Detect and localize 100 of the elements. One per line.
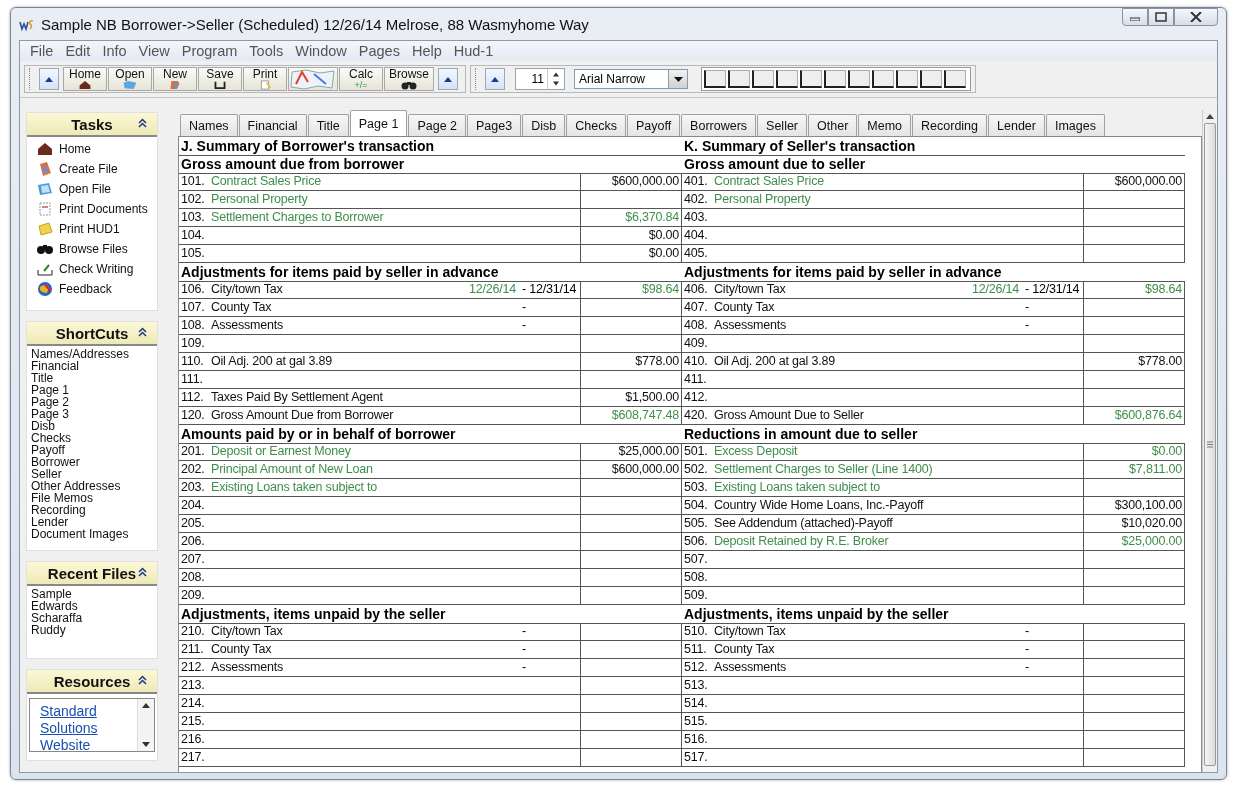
task-link[interactable]: Home	[37, 140, 157, 158]
task-link[interactable]: Open File	[37, 180, 157, 198]
border-style-button[interactable]	[704, 70, 726, 88]
line-label[interactable]: Contract Sales Price	[211, 173, 580, 190]
scrollbar[interactable]	[137, 699, 154, 751]
task-link[interactable]: Print Documents	[37, 200, 157, 218]
collapse-button[interactable]	[438, 68, 458, 90]
tab[interactable]: Financial	[238, 114, 307, 136]
font-size-spinner[interactable]: 11	[515, 68, 565, 90]
toolbar-button[interactable]: Browse	[384, 67, 434, 91]
line-label[interactable]: Existing Loans taken subject to	[211, 479, 580, 496]
sidebar-link[interactable]: Lender	[31, 516, 157, 528]
sidebar-link[interactable]: File Memos	[31, 492, 157, 504]
toolbar-button[interactable]: Open	[108, 67, 152, 91]
border-style-button[interactable]	[944, 70, 966, 88]
toolbar-button[interactable]: Print	[243, 67, 287, 91]
collapse-icon[interactable]	[138, 567, 147, 577]
sidebar-link[interactable]: Recording	[31, 504, 157, 516]
tab[interactable]: Lender	[988, 114, 1045, 136]
tab[interactable]: Page 1	[349, 110, 408, 136]
task-link[interactable]: Browse Files	[37, 240, 157, 258]
menu-item[interactable]: Program	[175, 43, 244, 59]
line-label[interactable]: Deposit Retained by R.E. Broker	[714, 533, 1083, 550]
toolbar-button[interactable]: Home	[63, 67, 107, 91]
sidebar-link[interactable]: Title	[31, 372, 157, 384]
sidebar-link[interactable]: Sample	[31, 588, 157, 600]
tab[interactable]: Disb	[522, 114, 566, 136]
menu-item[interactable]: Info	[96, 43, 133, 59]
scroll-up-icon[interactable]	[1206, 114, 1214, 119]
scroll-up-icon[interactable]	[142, 703, 150, 708]
sidebar-link[interactable]: Seller	[31, 468, 157, 480]
tab[interactable]: Payoff	[626, 114, 681, 136]
task-link[interactable]: Create File	[37, 160, 157, 178]
line-label[interactable]: Personal Property	[714, 191, 1083, 208]
tab[interactable]: Title	[307, 114, 349, 136]
border-style-button[interactable]	[824, 70, 846, 88]
tab[interactable]: Other	[808, 114, 858, 136]
font-dropdown[interactable]: Arial Narrow	[574, 69, 688, 89]
sidebar-link[interactable]: Page 1	[31, 384, 157, 396]
minimize-button[interactable]	[1122, 8, 1148, 26]
collapse-icon[interactable]	[138, 327, 147, 337]
menu-item[interactable]: Tools	[243, 43, 290, 59]
close-button[interactable]	[1174, 8, 1218, 26]
scrollbar[interactable]	[1202, 110, 1217, 772]
task-link[interactable]: Feedback	[37, 280, 157, 298]
collapse-button[interactable]	[485, 68, 505, 90]
sidebar-link[interactable]: Page 2	[31, 396, 157, 408]
menu-item[interactable]: Window	[289, 43, 353, 59]
sidebar-link[interactable]: Other Addresses	[31, 480, 157, 492]
sidebar-link[interactable]: Borrower	[31, 456, 157, 468]
line-label[interactable]: Contract Sales Price	[714, 173, 1083, 190]
menu-item[interactable]: Pages	[352, 43, 406, 59]
sidebar-link[interactable]: Checks	[31, 432, 157, 444]
scroll-down-icon[interactable]	[142, 742, 150, 747]
resource-link[interactable]: Standard	[40, 703, 137, 720]
line-label[interactable]: Settlement Charges to Borrower	[211, 209, 580, 226]
sidebar-link[interactable]: Edwards	[31, 600, 157, 612]
line-label[interactable]: Deposit or Earnest Money	[211, 443, 580, 460]
task-link[interactable]: Print HUD1	[37, 220, 157, 238]
tab[interactable]: Recording	[912, 114, 988, 136]
border-style-button[interactable]	[920, 70, 942, 88]
border-style-button[interactable]	[848, 70, 870, 88]
line-label[interactable]: Existing Loans taken subject to	[714, 479, 1083, 496]
border-style-button[interactable]	[752, 70, 774, 88]
collapse-icon[interactable]	[138, 118, 147, 128]
tab[interactable]: Borrowers	[681, 114, 757, 136]
sidebar-link[interactable]: Payoff	[31, 444, 157, 456]
sidebar-link[interactable]: Ruddy	[31, 624, 157, 636]
tab[interactable]: Images	[1045, 114, 1105, 136]
tab[interactable]: Page3	[467, 114, 522, 136]
tab[interactable]: Memo	[858, 114, 912, 136]
sidebar-link[interactable]: Names/Addresses	[31, 348, 157, 360]
sidebar-link[interactable]: Disb	[31, 420, 157, 432]
sidebar-link[interactable]: Financial	[31, 360, 157, 372]
tab[interactable]: Seller	[757, 114, 808, 136]
sidebar-link[interactable]: Scharaffa	[31, 612, 157, 624]
toolbar-button[interactable]: Save	[198, 67, 242, 91]
map-button[interactable]	[288, 67, 338, 91]
tab[interactable]: Checks	[566, 114, 626, 136]
border-style-button[interactable]	[872, 70, 894, 88]
tab[interactable]: Page 2	[408, 114, 467, 136]
scroll-thumb[interactable]	[1204, 123, 1216, 766]
line-label[interactable]: Settlement Charges to Seller (Line 1400)	[714, 461, 1083, 478]
line-label[interactable]: Principal Amount of New Loan	[211, 461, 580, 478]
border-style-button[interactable]	[800, 70, 822, 88]
border-style-button[interactable]	[728, 70, 750, 88]
maximize-button[interactable]	[1148, 8, 1174, 26]
line-label[interactable]: Excess Deposit	[714, 443, 1083, 460]
collapse-button[interactable]	[39, 68, 59, 90]
sidebar-link[interactable]: Document Images	[31, 528, 157, 540]
sidebar-link[interactable]: Page 3	[31, 408, 157, 420]
collapse-icon[interactable]	[138, 675, 147, 685]
border-style-button[interactable]	[896, 70, 918, 88]
border-style-button[interactable]	[776, 70, 798, 88]
task-link[interactable]: Check Writing	[37, 260, 157, 278]
menu-item[interactable]: File	[24, 43, 60, 59]
toolbar-button[interactable]: New	[153, 67, 197, 91]
menu-item[interactable]: View	[132, 43, 176, 59]
tab[interactable]: Names	[180, 114, 238, 136]
toolbar-button[interactable]: Calc +/=	[339, 67, 383, 91]
